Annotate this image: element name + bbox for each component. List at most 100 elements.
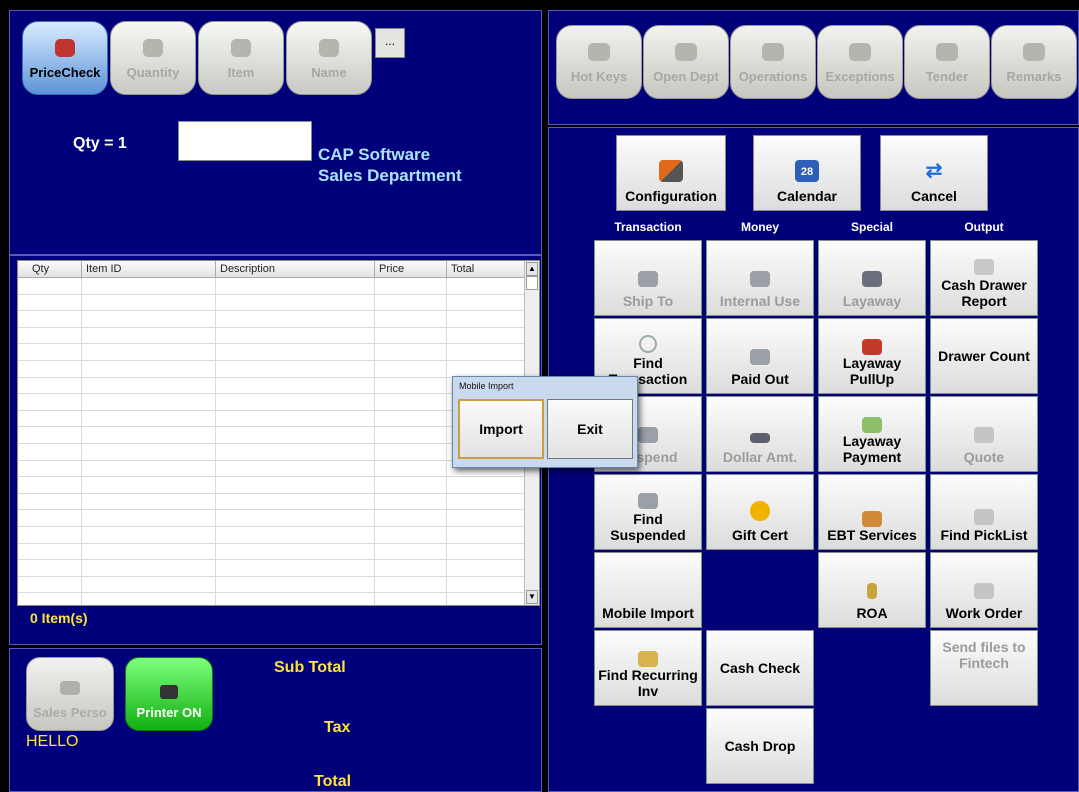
dollar-bills-icon bbox=[750, 433, 770, 443]
table-row[interactable] bbox=[18, 493, 539, 511]
ebt-services-button[interactable]: EBT Services bbox=[818, 474, 926, 550]
table-row[interactable] bbox=[18, 560, 539, 577]
table-row[interactable] bbox=[18, 327, 539, 345]
scroll-up-arrow-icon[interactable]: ▲ bbox=[526, 262, 538, 276]
calendar-button[interactable]: 28 Calendar bbox=[753, 135, 861, 211]
table-cell bbox=[216, 360, 375, 377]
list-document-icon bbox=[974, 509, 994, 525]
find-recurring-inv-button[interactable]: Find Recurring Inv bbox=[594, 630, 702, 706]
import-button[interactable]: Import bbox=[458, 399, 544, 459]
configuration-button[interactable]: Configuration bbox=[616, 135, 726, 211]
table-cell bbox=[216, 477, 375, 493]
table-row[interactable] bbox=[18, 593, 539, 605]
column-header-special: Special bbox=[850, 220, 894, 234]
table-cell bbox=[447, 278, 527, 294]
table-cell bbox=[18, 460, 82, 477]
tab-tender[interactable]: Tender bbox=[904, 25, 990, 99]
table-cell bbox=[18, 593, 82, 605]
table-cell bbox=[82, 410, 216, 427]
cash-drawer-report-button[interactable]: Cash Drawer Report bbox=[930, 240, 1038, 316]
table-cell bbox=[375, 510, 447, 526]
column-header-output: Output bbox=[964, 220, 1004, 234]
dialog-title: Mobile Import bbox=[459, 381, 514, 391]
table-cell bbox=[375, 543, 447, 560]
work-order-button[interactable]: Work Order bbox=[930, 552, 1038, 628]
scroll-thumb[interactable] bbox=[526, 276, 538, 290]
tab-open-dept[interactable]: Open Dept bbox=[643, 25, 729, 99]
mobile-import-button[interactable]: Mobile Import bbox=[594, 552, 702, 628]
table-cell bbox=[18, 311, 82, 327]
roa-button[interactable]: ROA bbox=[818, 552, 926, 628]
scan-input[interactable] bbox=[178, 121, 312, 161]
column-price: Price bbox=[375, 261, 447, 277]
table-row[interactable] bbox=[18, 278, 539, 295]
table-cell bbox=[18, 443, 82, 460]
tab-exceptions[interactable]: Exceptions bbox=[817, 25, 903, 99]
cash-drop-button[interactable]: Cash Drop bbox=[706, 708, 814, 784]
table-cell bbox=[447, 327, 527, 344]
table-row[interactable] bbox=[18, 294, 539, 312]
safe-icon bbox=[750, 349, 770, 365]
calendar-icon: 28 bbox=[795, 160, 819, 182]
table-cell bbox=[18, 294, 82, 311]
table-cell bbox=[216, 493, 375, 510]
cancel-button[interactable]: ⇄ Cancel bbox=[880, 135, 988, 211]
scroll-down-arrow-icon[interactable]: ▼ bbox=[526, 590, 538, 604]
table-cell bbox=[18, 526, 82, 543]
table-cell bbox=[82, 311, 216, 327]
layaway-payment-button[interactable]: Layaway Payment bbox=[818, 396, 926, 472]
table-row[interactable] bbox=[18, 344, 539, 361]
table-cell bbox=[82, 377, 216, 394]
internal-use-button[interactable]: Internal Use bbox=[706, 240, 814, 316]
dollar-amount-button[interactable]: Dollar Amt. bbox=[706, 396, 814, 472]
table-cell bbox=[216, 460, 375, 477]
box-icon bbox=[143, 39, 163, 57]
column-total: Total bbox=[447, 261, 527, 277]
table-row[interactable] bbox=[18, 543, 539, 561]
printer-toggle-button[interactable]: Printer ON bbox=[125, 657, 213, 731]
category-tabs-panel: Hot Keys Open Dept Operations Exceptions… bbox=[548, 10, 1079, 125]
table-cell bbox=[82, 327, 216, 344]
sales-person-button[interactable]: Sales Perso bbox=[26, 657, 114, 731]
layaway-button[interactable]: Layaway bbox=[818, 240, 926, 316]
cash-check-button[interactable]: Cash Check bbox=[706, 630, 814, 706]
table-cell bbox=[447, 344, 527, 360]
column-description: Description bbox=[216, 261, 375, 277]
ellipsis-button[interactable]: ... bbox=[375, 28, 405, 58]
table-row[interactable] bbox=[18, 477, 539, 494]
table-cell bbox=[375, 576, 447, 593]
tab-pricecheck[interactable]: PriceCheck bbox=[22, 21, 108, 95]
quote-button[interactable]: Quote bbox=[930, 396, 1038, 472]
table-cell bbox=[216, 410, 375, 427]
find-picklist-button[interactable]: Find PickList bbox=[930, 474, 1038, 550]
table-row[interactable] bbox=[18, 526, 539, 544]
printer-icon bbox=[974, 259, 994, 275]
quote-document-icon bbox=[974, 427, 994, 443]
tab-hot-keys[interactable]: Hot Keys bbox=[556, 25, 642, 99]
exit-button[interactable]: Exit bbox=[547, 399, 633, 459]
gift-cert-button[interactable]: Gift Cert bbox=[706, 474, 814, 550]
table-cell bbox=[82, 510, 216, 526]
layaway-pullup-button[interactable]: Layaway PullUp bbox=[818, 318, 926, 394]
item-count: 0 Item(s) bbox=[30, 610, 88, 626]
table-row[interactable] bbox=[18, 311, 539, 328]
drawer-count-button[interactable]: Drawer Count bbox=[930, 318, 1038, 394]
table-cell bbox=[216, 278, 375, 294]
tab-operations[interactable]: Operations bbox=[730, 25, 816, 99]
tab-item[interactable]: Item bbox=[198, 21, 284, 95]
find-suspended-button[interactable]: Find Suspended bbox=[594, 474, 702, 550]
tab-quantity[interactable]: Quantity bbox=[110, 21, 196, 95]
table-cell bbox=[18, 427, 82, 443]
magnifier-icon bbox=[639, 335, 657, 353]
tab-remarks[interactable]: Remarks bbox=[991, 25, 1077, 99]
ship-to-button[interactable]: Ship To bbox=[594, 240, 702, 316]
table-row[interactable] bbox=[18, 510, 539, 527]
speech-bubble-icon bbox=[1023, 43, 1045, 61]
paid-out-button[interactable]: Paid Out bbox=[706, 318, 814, 394]
company-name: CAP Software bbox=[318, 145, 431, 164]
table-cell bbox=[216, 427, 375, 443]
tab-name[interactable]: Name bbox=[286, 21, 372, 95]
table-row[interactable] bbox=[18, 576, 539, 594]
send-files-fintech-button[interactable]: Send files to Fintech bbox=[930, 630, 1038, 706]
table-cell bbox=[375, 593, 447, 605]
